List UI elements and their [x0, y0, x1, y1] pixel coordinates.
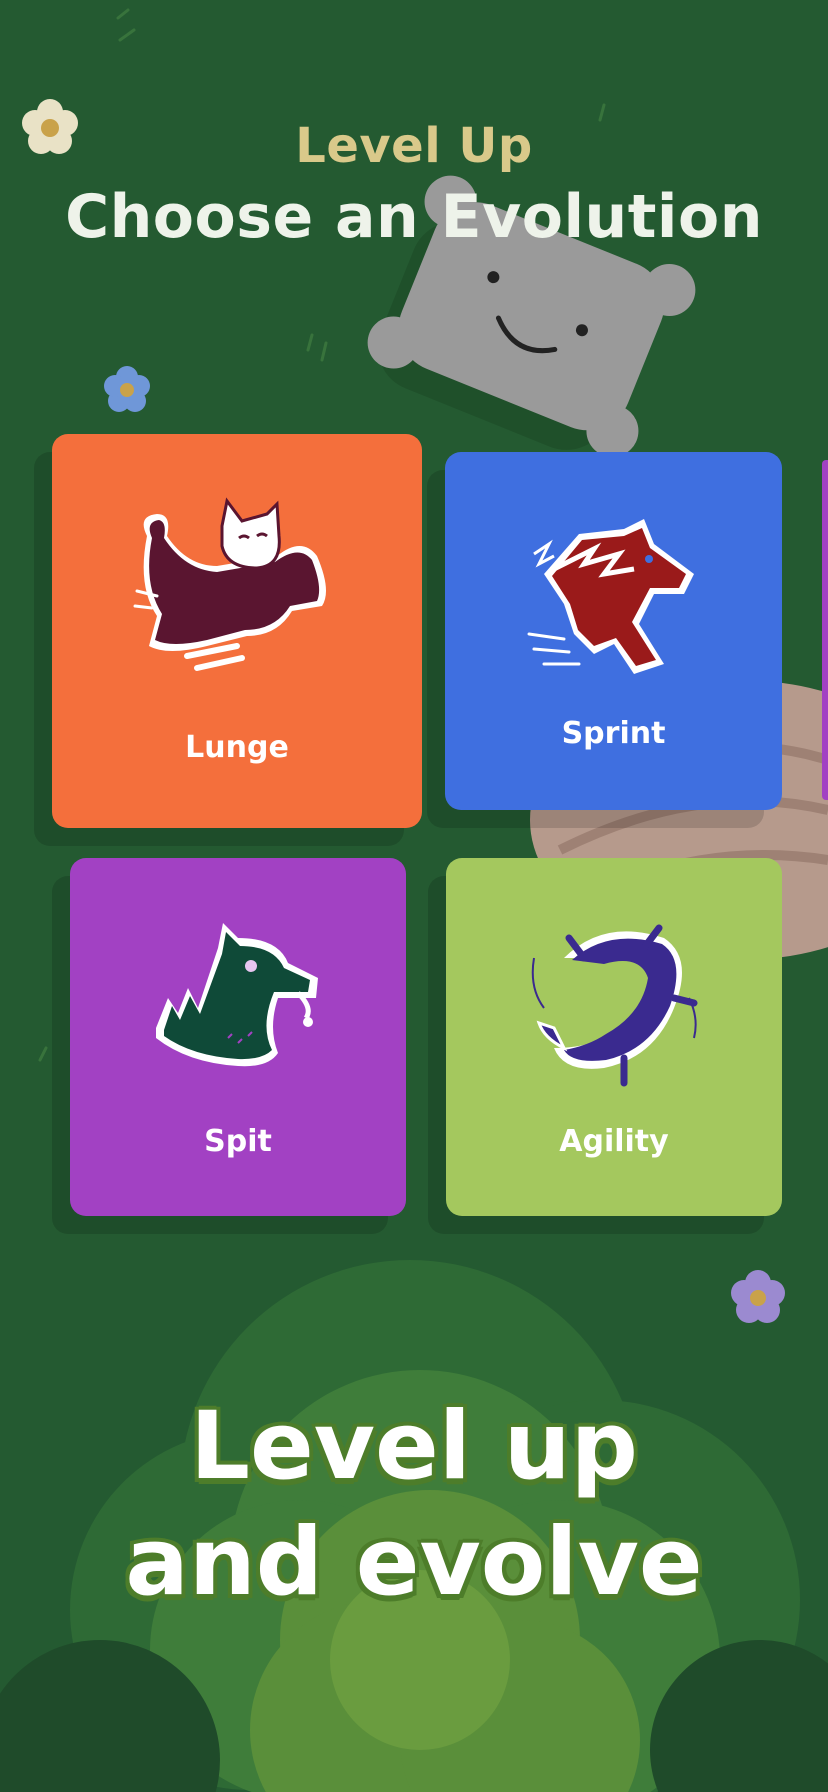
evolution-card-agility[interactable]: Agility [446, 858, 782, 1216]
horse-sprint-icon [524, 514, 704, 684]
lunge-label: Lunge [185, 730, 289, 765]
promo-line-2: and evolve [125, 1508, 703, 1617]
agility-label: Agility [559, 1124, 669, 1159]
cat-lunge-icon [127, 496, 347, 676]
level-up-subtitle: Level Up [295, 118, 533, 174]
choose-evolution-title: Choose an Evolution [65, 182, 763, 252]
evolution-card-sprint[interactable]: Sprint [445, 452, 782, 810]
evolution-card-spit[interactable]: Spit [70, 858, 406, 1216]
evolution-card-lunge[interactable]: Lunge [52, 434, 422, 828]
llama-spit-icon [148, 918, 328, 1078]
spit-label: Spit [204, 1124, 272, 1159]
header: Level Up Choose an Evolution [0, 118, 828, 252]
lizard-agility-icon [524, 918, 704, 1088]
promo-line-1: Level up [190, 1392, 638, 1501]
next-card-edge [822, 460, 828, 800]
sprint-label: Sprint [561, 716, 666, 751]
